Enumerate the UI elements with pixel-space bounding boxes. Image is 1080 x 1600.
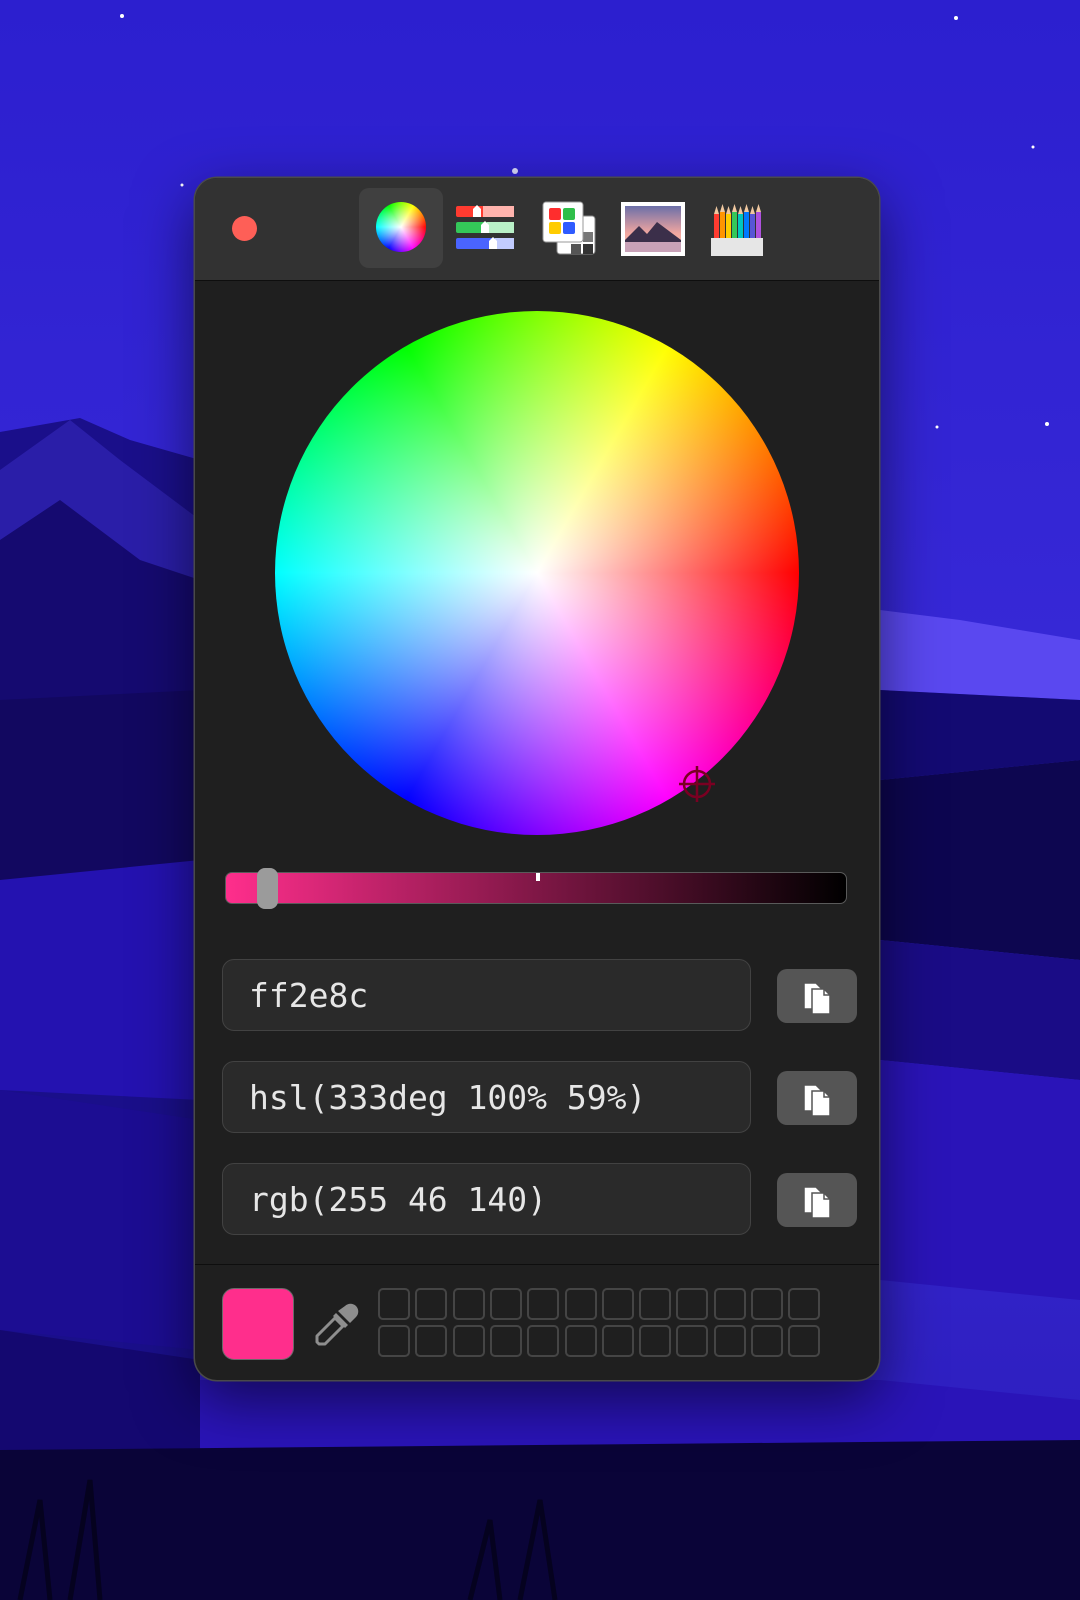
tab-color-wheel[interactable] [359, 188, 443, 268]
toolbar [195, 178, 879, 281]
brightness-midpoint-marker [536, 873, 540, 881]
swatch-slot[interactable] [676, 1288, 709, 1320]
pencils-icon [711, 204, 763, 256]
copy-icon [803, 982, 831, 1015]
image-icon [621, 202, 685, 256]
tab-pencils[interactable] [695, 188, 779, 268]
swatch-slot[interactable] [713, 1325, 746, 1357]
swatch-slot[interactable] [489, 1288, 522, 1320]
color-wheel-saturation [275, 311, 799, 835]
sliders-icon [456, 205, 514, 249]
swatch-slot[interactable] [415, 1288, 448, 1320]
swatch-slot[interactable] [601, 1325, 634, 1357]
tab-color-sliders[interactable] [443, 188, 527, 268]
swatch-slot[interactable] [788, 1325, 821, 1357]
swatch-slot[interactable] [378, 1288, 410, 1320]
swatch-slot[interactable] [378, 1325, 410, 1357]
palettes-icon [542, 201, 596, 255]
tab-image-palettes[interactable] [611, 188, 695, 268]
swatch-slot[interactable] [601, 1288, 634, 1320]
swatch-slot[interactable] [751, 1288, 783, 1320]
swatch-slot[interactable] [527, 1288, 560, 1320]
swatch-slot[interactable] [564, 1288, 597, 1320]
eyedropper-icon[interactable] [313, 1300, 361, 1348]
bottom-bar [195, 1264, 879, 1380]
swatch-slot[interactable] [489, 1325, 522, 1357]
swatch-slot[interactable] [452, 1325, 485, 1357]
desktop: ff2e8c hsl(333deg 100% 59%) rgb(255 46 1… [0, 0, 1080, 1600]
hsl-value-field[interactable]: hsl(333deg 100% 59%) [222, 1061, 751, 1133]
wheel-crosshair-icon[interactable] [677, 764, 717, 804]
copy-hex-button[interactable] [777, 969, 857, 1023]
swatch-slot[interactable] [639, 1325, 672, 1357]
swatch-slot[interactable] [713, 1288, 746, 1320]
color-wheel[interactable] [275, 311, 799, 835]
color-wheel-icon [376, 202, 426, 252]
tab-color-palettes[interactable] [527, 188, 611, 268]
swatch-slot[interactable] [788, 1288, 821, 1320]
swatch-slot[interactable] [415, 1325, 448, 1357]
copy-icon [803, 1186, 831, 1219]
current-color-swatch[interactable] [222, 1288, 294, 1360]
color-picker-window: ff2e8c hsl(333deg 100% 59%) rgb(255 46 1… [195, 178, 879, 1380]
brightness-slider-thumb[interactable] [257, 868, 278, 909]
hex-value-field[interactable]: ff2e8c [222, 959, 751, 1031]
copy-hsl-button[interactable] [777, 1071, 857, 1125]
swatch-slot[interactable] [676, 1325, 709, 1357]
rgb-value-field[interactable]: rgb(255 46 140) [222, 1163, 751, 1235]
swatch-slot[interactable] [527, 1325, 560, 1357]
swatch-slot[interactable] [639, 1288, 672, 1320]
close-button[interactable] [232, 216, 257, 241]
copy-icon [803, 1084, 831, 1117]
swatch-slot[interactable] [564, 1325, 597, 1357]
swatch-slot[interactable] [452, 1288, 485, 1320]
swatch-slot[interactable] [751, 1325, 783, 1357]
copy-rgb-button[interactable] [777, 1173, 857, 1227]
